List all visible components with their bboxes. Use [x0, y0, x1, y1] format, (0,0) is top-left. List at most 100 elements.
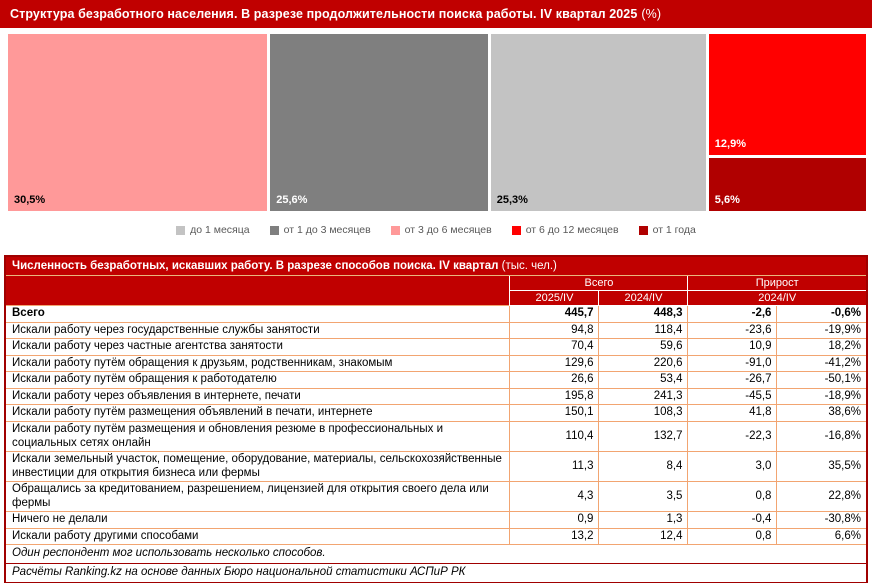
cell-value: -18,9% — [777, 388, 866, 405]
cell-value: 129,6 — [510, 355, 599, 372]
cell-value: 132,7 — [599, 421, 688, 451]
row-label: Искали работу через объявления в интерне… — [6, 388, 510, 405]
row-label: Всего — [6, 306, 510, 323]
table-row: Ничего не делали 0,9 1,3 -0,4 -30,8% — [6, 512, 866, 529]
column-header-2024: 2024/IV — [599, 291, 688, 306]
cell-value: 6,6% — [777, 528, 866, 545]
treemap-segment-over-1-year: 5,6% — [709, 158, 866, 211]
segment-value-label: 25,3% — [497, 194, 528, 206]
treemap-right-column: 12,9% 5,6% — [709, 34, 866, 211]
legend-item: от 6 до 12 месяцев — [512, 224, 619, 236]
cell-value: -16,8% — [777, 421, 866, 451]
cell-value: -19,9% — [777, 322, 866, 339]
row-label: Искали работу путём обращения к друзьям,… — [6, 355, 510, 372]
row-label: Обращались за кредитованием, разрешением… — [6, 482, 510, 512]
cell-value: 11,3 — [510, 452, 599, 482]
cell-value: 26,6 — [510, 372, 599, 389]
segment-value-label: 5,6% — [715, 194, 740, 206]
table-row: Обращались за кредитованием, разрешением… — [6, 482, 866, 512]
cell-value: 241,3 — [599, 388, 688, 405]
cell-value: 41,8 — [688, 405, 777, 422]
table-row: Искали работу путём обращения к друзьям,… — [6, 355, 866, 372]
table-row: Искали работу через государственные служ… — [6, 322, 866, 339]
row-label: Искали работу путём размещения объявлени… — [6, 405, 510, 422]
cell-value: 70,4 — [510, 339, 599, 356]
cell-value: 108,3 — [599, 405, 688, 422]
footnote-text: Один респондент мог использовать несколь… — [6, 545, 866, 564]
table-group-header-row: Всего Прирост — [6, 276, 866, 291]
cell-value: 59,6 — [599, 339, 688, 356]
cell-value: -22,3 — [688, 421, 777, 451]
group-header-growth: Прирост — [688, 276, 866, 291]
cell-value: 0,8 — [688, 528, 777, 545]
legend-swatch-dark-red-icon — [639, 226, 648, 235]
search-methods-table-container: Численность безработных, искавших работу… — [4, 255, 868, 583]
cell-value: 4,3 — [510, 482, 599, 512]
legend-item: от 1 года — [639, 224, 696, 236]
chart-title-unit: (%) — [641, 7, 661, 21]
column-header-growth-2024: 2024/IV — [688, 291, 866, 306]
cell-value: 1,3 — [599, 512, 688, 529]
treemap-chart: 30,5% 25,6% 25,3% 12,9% 5,6% — [8, 34, 866, 211]
treemap-segment-1-3-months: 25,6% — [270, 34, 488, 211]
table-title-row: Численность безработных, искавших работу… — [6, 257, 866, 276]
table-row: Искали работу через объявления в интерне… — [6, 388, 866, 405]
treemap-segment-6-12-months: 12,9% — [709, 34, 866, 155]
cell-value: 448,3 — [599, 306, 688, 323]
table-row-total: Всего 445,7 448,3 -2,6 -0,6% — [6, 306, 866, 323]
cell-value: -91,0 — [688, 355, 777, 372]
row-label: Ничего не делали — [6, 512, 510, 529]
legend-swatch-pink-icon — [391, 226, 400, 235]
chart-legend: до 1 месяца от 1 до 3 месяцев от 3 до 6 … — [0, 224, 872, 236]
table-row: Искали земельный участок, помещение, обо… — [6, 452, 866, 482]
table-row: Искали работу путём обращения к работода… — [6, 372, 866, 389]
cell-value: 445,7 — [510, 306, 599, 323]
cell-value: -0,4 — [688, 512, 777, 529]
search-methods-table: Численность безработных, искавших работу… — [6, 257, 866, 582]
cell-value: 8,4 — [599, 452, 688, 482]
row-label: Искали работу через государственные служ… — [6, 322, 510, 339]
source-text: Расчёты Ranking.kz на основе данных Бюро… — [6, 564, 866, 582]
cell-value: 38,6% — [777, 405, 866, 422]
table-title: Численность безработных, искавших работу… — [12, 260, 498, 272]
cell-value: -23,6 — [688, 322, 777, 339]
row-label: Искали работу другими способами — [6, 528, 510, 545]
legend-label: от 1 до 3 месяцев — [284, 224, 371, 236]
cell-value: 12,4 — [599, 528, 688, 545]
cell-value: 195,8 — [510, 388, 599, 405]
legend-label: от 3 до 6 месяцев — [405, 224, 492, 236]
cell-value: 94,8 — [510, 322, 599, 339]
cell-value: 3,5 — [599, 482, 688, 512]
legend-item: до 1 месяца — [176, 224, 250, 236]
chart-title: Структура безработного населения. В разр… — [10, 7, 637, 21]
cell-value: 18,2% — [777, 339, 866, 356]
group-header-total: Всего — [510, 276, 688, 291]
cell-value: -2,6 — [688, 306, 777, 323]
legend-swatch-dark-gray-icon — [270, 226, 279, 235]
cell-value: 118,4 — [599, 322, 688, 339]
table-row: Искали работу через частные агентства за… — [6, 339, 866, 356]
cell-value: -30,8% — [777, 512, 866, 529]
legend-label: до 1 месяца — [190, 224, 250, 236]
cell-value: 13,2 — [510, 528, 599, 545]
table-row: Искали работу другими способами 13,2 12,… — [6, 528, 866, 545]
treemap-segment-under-1-month: 25,3% — [491, 34, 706, 211]
legend-swatch-red-icon — [512, 226, 521, 235]
legend-item: от 3 до 6 месяцев — [391, 224, 492, 236]
cell-value: 22,8% — [777, 482, 866, 512]
corner-header-cell — [6, 276, 510, 306]
cell-value: -45,5 — [688, 388, 777, 405]
row-label: Искали работу путём обращения к работода… — [6, 372, 510, 389]
legend-swatch-light-gray-icon — [176, 226, 185, 235]
infographic-page: Структура безработного населения. В разр… — [0, 0, 872, 583]
cell-value: 220,6 — [599, 355, 688, 372]
row-label: Искали земельный участок, помещение, обо… — [6, 452, 510, 482]
legend-label: от 1 года — [653, 224, 696, 236]
table-row: Искали работу путём размещения объявлени… — [6, 405, 866, 422]
table-footnote-row: Один респондент мог использовать несколь… — [6, 545, 866, 564]
cell-value: 0,9 — [510, 512, 599, 529]
legend-item: от 1 до 3 месяцев — [270, 224, 371, 236]
table-row: Искали работу путём размещения и обновле… — [6, 421, 866, 451]
table-title-cell: Численность безработных, искавших работу… — [6, 257, 866, 276]
treemap-segment-3-6-months: 30,5% — [8, 34, 267, 211]
